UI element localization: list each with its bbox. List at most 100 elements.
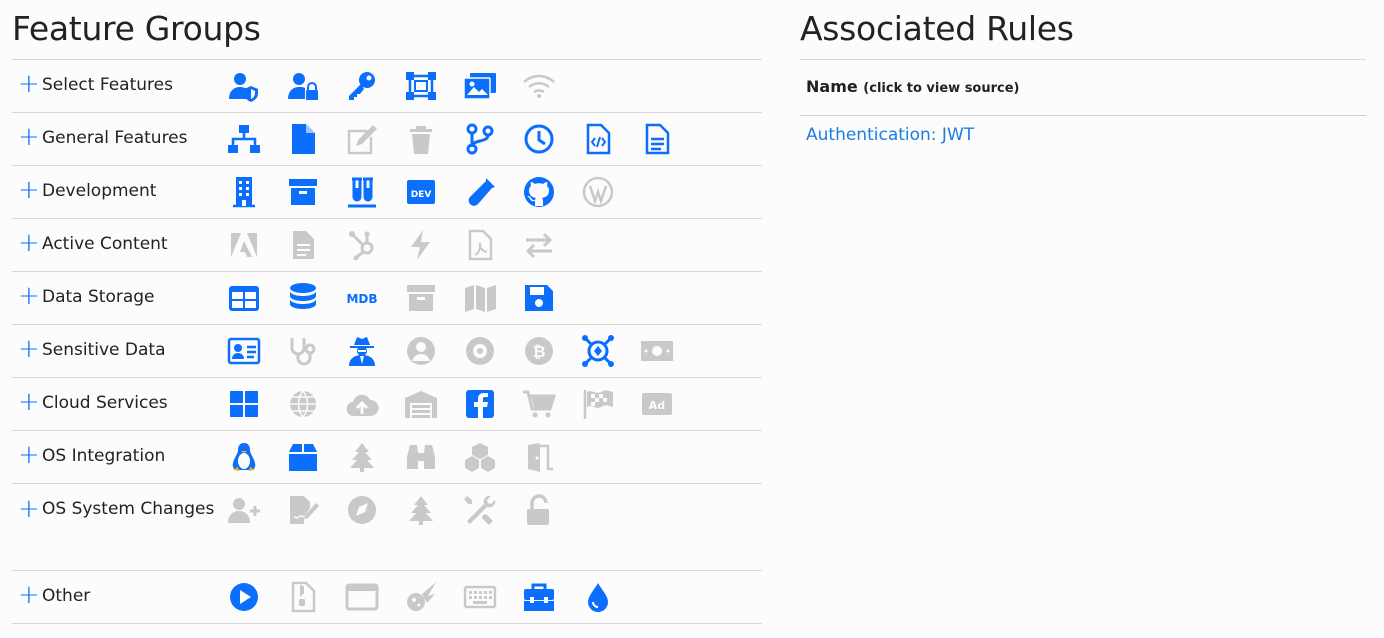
feature-group-label: Active Content [42, 234, 168, 254]
github-icon[interactable] [522, 175, 581, 209]
database-icon[interactable] [286, 281, 345, 315]
mdb-icon[interactable]: MDB [345, 281, 404, 315]
plus-icon[interactable]: + [18, 283, 42, 309]
dev-icon[interactable]: DEV [404, 175, 463, 209]
feature-group-toggle[interactable]: + Cloud Services [12, 378, 227, 415]
plus-icon[interactable]: + [18, 336, 42, 362]
toolbox-icon[interactable] [522, 580, 581, 614]
vial-icon[interactable] [463, 175, 522, 209]
bitcoin-icon[interactable]: ₿ [522, 334, 581, 368]
key-icon[interactable] [345, 69, 404, 103]
trash-icon[interactable] [404, 122, 463, 156]
feature-group-toggle[interactable]: + General Features [12, 113, 227, 150]
plus-icon[interactable]: + [18, 389, 42, 415]
building-icon[interactable] [227, 175, 286, 209]
images-icon[interactable] [463, 69, 522, 103]
feature-group-label: Select Features [42, 75, 173, 95]
user-lock-icon[interactable] [286, 69, 345, 103]
file-document-icon[interactable] [286, 228, 345, 262]
hubspot-icon[interactable] [345, 228, 404, 262]
plus-icon[interactable]: + [18, 582, 42, 608]
save-icon[interactable] [522, 281, 581, 315]
plus-icon[interactable]: + [18, 230, 42, 256]
associated-rules-title: Associated Rules [800, 9, 1074, 48]
exchange-icon[interactable] [522, 228, 581, 262]
feature-icons [227, 219, 581, 262]
associated-rules-panel: Associated Rules Name (click to view sou… [800, 0, 1366, 145]
ad-icon[interactable]: Ad [640, 387, 699, 421]
warehouse-icon[interactable] [404, 387, 463, 421]
plus-icon[interactable]: + [18, 124, 42, 150]
tools-icon[interactable] [463, 493, 522, 527]
wifi-icon[interactable] [522, 69, 581, 103]
archive-icon[interactable] [404, 281, 463, 315]
feature-group-toggle[interactable]: + Data Storage [12, 272, 227, 309]
archive-icon[interactable] [286, 175, 345, 209]
feature-group-label: OS System Changes [42, 499, 215, 519]
user-circle-icon[interactable] [404, 334, 463, 368]
flag-checkered-icon[interactable] [581, 387, 640, 421]
compass-icon[interactable] [345, 493, 404, 527]
feature-group-toggle[interactable]: + Sensitive Data [12, 325, 227, 362]
box-icon[interactable] [286, 440, 345, 474]
plus-icon[interactable]: + [18, 177, 42, 203]
bolt-icon[interactable] [404, 228, 463, 262]
globe-icon[interactable] [286, 387, 345, 421]
object-selection-icon[interactable] [404, 69, 463, 103]
cart-icon[interactable] [522, 387, 581, 421]
feature-icons [227, 484, 581, 527]
facebook-icon[interactable] [463, 387, 522, 421]
unlock-icon[interactable] [522, 493, 581, 527]
code-branch-icon[interactable] [463, 122, 522, 156]
play-circle-icon[interactable] [227, 580, 286, 614]
plus-icon[interactable]: + [18, 71, 42, 97]
feature-group-toggle[interactable]: + Select Features [12, 60, 227, 97]
file-signature-icon[interactable] [286, 493, 345, 527]
tree-icon[interactable] [404, 493, 463, 527]
user-shield-icon[interactable] [227, 69, 286, 103]
vials-icon[interactable] [345, 175, 404, 209]
table-icon[interactable] [227, 281, 286, 315]
user-plus-icon[interactable] [227, 493, 286, 527]
file-alt-icon[interactable] [640, 122, 699, 156]
feature-group-toggle[interactable]: + OS System Changes [12, 484, 227, 528]
money-bill-icon[interactable] [640, 334, 699, 368]
feature-icons [227, 431, 581, 474]
file-code-icon[interactable] [581, 122, 640, 156]
id-card-icon[interactable] [227, 334, 286, 368]
door-open-icon[interactable] [522, 440, 581, 474]
window-icon[interactable] [345, 580, 404, 614]
feature-group-toggle[interactable]: + OS Integration [12, 431, 227, 468]
feature-group-row: + OS System Changes [12, 484, 762, 571]
windows-icon[interactable] [227, 387, 286, 421]
file-archive-icon[interactable] [286, 580, 345, 614]
plus-icon[interactable]: + [18, 442, 42, 468]
map-icon[interactable] [463, 281, 522, 315]
feature-group-toggle[interactable]: + Active Content [12, 219, 227, 256]
wordpress-icon[interactable] [581, 175, 640, 209]
tree-icon[interactable] [345, 440, 404, 474]
satellite-icon[interactable] [581, 334, 640, 368]
plus-icon[interactable]: + [18, 496, 42, 522]
feature-group-toggle[interactable]: + Other [12, 571, 227, 608]
user-secret-icon[interactable] [345, 334, 404, 368]
cloud-upload-icon[interactable] [345, 387, 404, 421]
binoculars-icon[interactable] [404, 440, 463, 474]
clock-icon[interactable] [522, 122, 581, 156]
rule-link-authentication-jwt[interactable]: Authentication: JWT [800, 116, 1366, 145]
record-icon[interactable] [463, 334, 522, 368]
network-icon[interactable] [227, 122, 286, 156]
feature-group-row: + Cloud Services Ad [12, 378, 762, 431]
rules-table-header: Name (click to view source) [800, 59, 1366, 116]
meteor-icon[interactable] [404, 580, 463, 614]
linux-icon[interactable] [227, 440, 286, 474]
adobe-icon[interactable] [227, 228, 286, 262]
feature-group-toggle[interactable]: + Development [12, 166, 227, 203]
tint-icon[interactable] [581, 580, 640, 614]
edit-icon[interactable] [345, 122, 404, 156]
stethoscope-icon[interactable] [286, 334, 345, 368]
file-pdf-icon[interactable] [463, 228, 522, 262]
cubes-icon[interactable] [463, 440, 522, 474]
keyboard-icon[interactable] [463, 580, 522, 614]
file-icon[interactable] [286, 122, 345, 156]
